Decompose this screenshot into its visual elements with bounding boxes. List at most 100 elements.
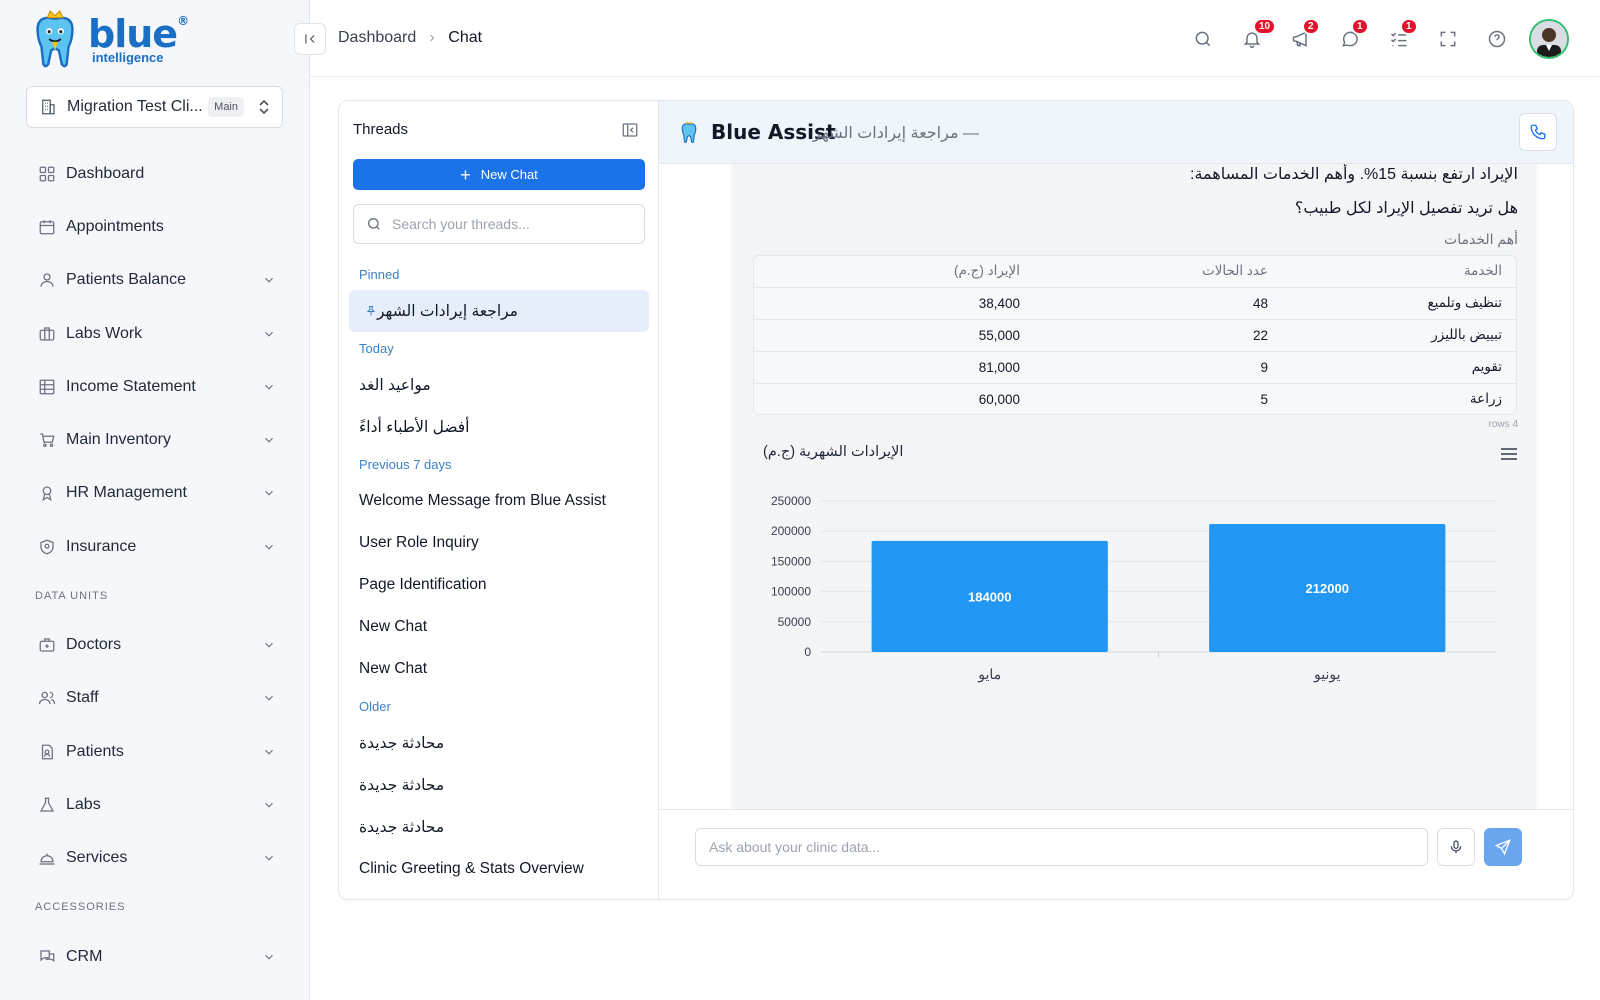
sidebar-item-dashboard[interactable]: Dashboard xyxy=(0,147,310,200)
sidebar-item-patients-balance[interactable]: Patients Balance xyxy=(0,254,310,307)
panel-collapse-icon[interactable] xyxy=(621,121,639,139)
new-chat-label: New Chat xyxy=(480,167,538,182)
sidebar-item-label: Labs Work xyxy=(66,324,143,342)
y-tick-label: 200000 xyxy=(771,524,811,538)
composer xyxy=(659,809,1573,899)
thread-item[interactable]: محادثة جديدة xyxy=(349,764,649,806)
registered-mark-icon: ® xyxy=(177,13,189,28)
column-header: الخدمة xyxy=(1282,256,1516,288)
sidebar-item-appointments[interactable]: Appointments xyxy=(0,200,310,253)
thread-item[interactable]: Page Identification xyxy=(349,564,649,606)
table-cell: زراعة xyxy=(1469,391,1502,407)
search-button[interactable] xyxy=(1178,19,1227,59)
help-button[interactable] xyxy=(1472,19,1521,59)
sidebar-item-doctors[interactable]: Doctors xyxy=(0,618,310,671)
file-user-icon xyxy=(41,744,53,759)
thread-item[interactable]: New Chat xyxy=(349,606,649,648)
bar-value-label: 212000 xyxy=(1306,581,1349,596)
chat-input[interactable] xyxy=(695,828,1428,866)
announcements-badge: 2 xyxy=(1302,18,1320,35)
table-cell: تنظيف وتلميع xyxy=(1282,287,1516,320)
chevron-right-icon xyxy=(430,34,435,42)
announcements-button[interactable]: 2 xyxy=(1276,18,1325,59)
breadcrumb-dashboard-link[interactable]: Dashboard xyxy=(338,29,416,47)
chat-card: Threads + New Chat Pinned مراجعة إيرادات… xyxy=(338,100,1574,900)
tasks-button[interactable]: 1 xyxy=(1374,18,1423,59)
thread-item[interactable]: مواعيد الغد xyxy=(349,364,649,406)
thread-search-input[interactable] xyxy=(392,216,632,232)
sidebar-item-labs-work[interactable]: Labs Work xyxy=(0,307,310,360)
topbar-actions: 10 2 1 1 xyxy=(1178,18,1600,60)
chevron-down-icon xyxy=(265,437,273,443)
send-button[interactable] xyxy=(1484,828,1522,866)
sidebar-item-patients[interactable]: Patients xyxy=(0,725,310,778)
table-cell: 48 xyxy=(1034,287,1282,320)
pin-icon xyxy=(366,306,376,316)
sidebar-item-insurance[interactable]: Insurance xyxy=(0,520,310,573)
table-cell: 60,000 xyxy=(978,391,1020,407)
brand-logo[interactable]: blue® intelligence xyxy=(24,8,189,70)
thread-title: مراجعة إيرادات الشهر xyxy=(377,302,518,320)
sidebar-item-hr-management[interactable]: HR Management xyxy=(0,467,310,520)
table-cell: 55,000 xyxy=(754,319,1034,352)
messages-badge: 1 xyxy=(1351,18,1369,35)
thread-item[interactable]: Clinic Greeting & Stats Overview xyxy=(349,848,649,890)
fullscreen-icon xyxy=(1440,31,1455,47)
thread-title: User Role Inquiry xyxy=(359,534,479,551)
clinic-selector[interactable]: Migration Test Cli... Main xyxy=(26,86,283,128)
sidebar-item-income-statement[interactable]: Income Statement xyxy=(0,360,310,413)
thread-title: محادثة جديدة xyxy=(359,734,445,752)
fullscreen-button[interactable] xyxy=(1423,19,1472,59)
y-tick-label: 150000 xyxy=(771,554,811,568)
thread-item[interactable]: أفضل الأطباء أداءً xyxy=(349,406,649,448)
breadcrumb-current: Chat xyxy=(448,29,483,46)
new-chat-button[interactable]: + New Chat xyxy=(353,159,645,190)
services-table: الخدمة عدد الحالات الإيراد (ج.م) تنظيف و… xyxy=(753,255,1517,415)
section-label-accessories: ACCESSORIES xyxy=(35,901,126,914)
breadcrumb: Dashboard Chat xyxy=(338,29,482,47)
chevron-updown-icon xyxy=(259,99,269,115)
chat-header: Blue Assist — مراجعة إيرادات الشهر xyxy=(659,101,1573,164)
collapse-sidebar-button[interactable] xyxy=(294,23,326,55)
messages-button[interactable]: 1 xyxy=(1325,18,1374,59)
sidebar-item-label: Insurance xyxy=(66,537,137,555)
thread-title: Clinic Greeting & Stats Overview xyxy=(359,860,584,877)
group-label-today: Today xyxy=(359,340,394,356)
sidebar-item-label: Patients xyxy=(66,742,124,760)
sidebar-item-crm[interactable]: CRM xyxy=(0,930,310,983)
chevron-down-icon xyxy=(265,331,273,337)
sidebar-item-label: Main Inventory xyxy=(66,431,171,449)
voice-input-button[interactable] xyxy=(1437,828,1475,866)
microphone-icon xyxy=(1450,840,1462,853)
thread-item[interactable]: محادثة جديدة xyxy=(349,806,649,848)
thread-item-pinned[interactable]: مراجعة إيرادات الشهر xyxy=(349,290,649,332)
user-avatar[interactable] xyxy=(1529,19,1569,59)
chart-menu-icon[interactable] xyxy=(1500,447,1518,461)
message-text: الإيراد ارتفع بنسبة 15%. وأهم الخدمات ال… xyxy=(1190,166,1518,183)
sidebar-item-services[interactable]: Services xyxy=(0,832,310,885)
y-tick-label: 100000 xyxy=(771,585,811,599)
column-header: الإيراد (ج.م) xyxy=(754,256,1034,288)
thread-title: مواعيد الغد xyxy=(359,376,431,394)
thread-item[interactable]: محادثة جديدة xyxy=(349,722,649,764)
voice-call-button[interactable] xyxy=(1519,113,1557,151)
group-label-previous-7-days: Previous 7 days xyxy=(359,456,452,472)
thread-item[interactable]: Welcome Message from Blue Assist xyxy=(349,480,649,522)
thread-item[interactable]: New Chat xyxy=(349,648,649,690)
cart-icon xyxy=(40,433,55,448)
thread-item[interactable]: User Role Inquiry xyxy=(349,522,649,564)
sidebar: blue® intelligence Migration Test Cli...… xyxy=(0,0,310,1000)
tooth-mascot-icon xyxy=(36,10,74,68)
sidebar-item-label: CRM xyxy=(66,947,103,965)
sidebar-item-labs[interactable]: Labs xyxy=(0,778,310,831)
phone-icon xyxy=(1530,124,1546,140)
notifications-button[interactable]: 10 xyxy=(1227,18,1277,59)
assistant-tooth-icon xyxy=(681,121,697,144)
thread-title: Page Identification xyxy=(359,576,487,593)
table-row: تنظيف وتلميع 48 38,400 xyxy=(754,287,1516,320)
sidebar-item-staff[interactable]: Staff xyxy=(0,672,310,725)
user-icon xyxy=(40,273,54,288)
sidebar-item-main-inventory[interactable]: Main Inventory xyxy=(0,413,310,466)
thread-title: New Chat xyxy=(359,660,428,677)
sidebar-item-label: Services xyxy=(66,849,128,867)
